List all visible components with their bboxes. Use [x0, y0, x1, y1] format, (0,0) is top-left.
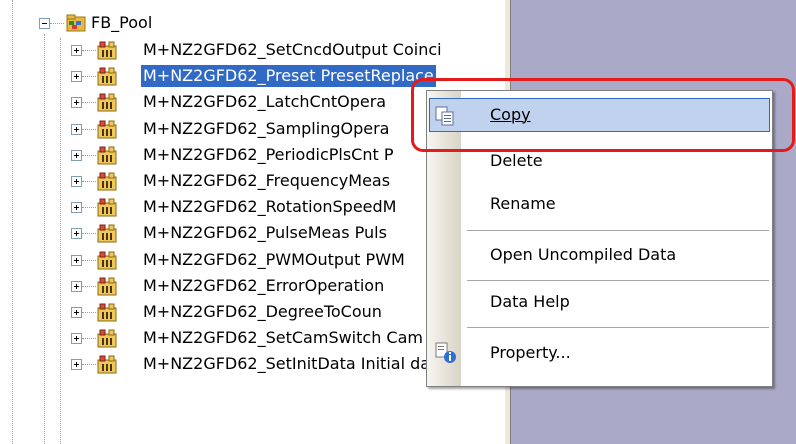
expand-toggle[interactable]: [71, 97, 82, 108]
context-menu: Copy Delete Rename Open Uncompiled Data …: [426, 90, 773, 387]
tree-item-label[interactable]: M+NZ2GFD62_DegreeToCoun: [141, 301, 384, 323]
tree-guide-line: [82, 155, 96, 156]
tree-guide-line: [82, 102, 96, 103]
expand-toggle[interactable]: [71, 45, 82, 56]
function-block-icon: [97, 354, 117, 374]
function-block-icon: [97, 171, 117, 191]
menu-item-label: Copy: [490, 105, 531, 124]
menu-item-delete[interactable]: Delete: [427, 142, 772, 180]
tree-item-label[interactable]: M+NZ2GFD62_PulseMeas Puls: [141, 222, 389, 244]
expand-toggle[interactable]: [71, 150, 82, 161]
function-block-icon: [97, 119, 117, 139]
expand-toggle[interactable]: [71, 71, 82, 82]
menu-separator: [467, 280, 769, 281]
tree-guide-line: [50, 23, 64, 24]
tree-item-label[interactable]: M+NZ2GFD62_RotationSpeedM: [141, 196, 398, 218]
expand-toggle[interactable]: [71, 359, 82, 370]
menu-item-open-uncompiled-data[interactable]: Open Uncompiled Data: [427, 236, 772, 274]
expand-toggle[interactable]: [71, 176, 82, 187]
menu-separator: [467, 230, 769, 231]
tree-item-label[interactable]: M+NZ2GFD62_PeriodicPlsCnt P: [141, 144, 395, 166]
function-block-icon: [97, 223, 117, 243]
fb-pool-folder-icon: [66, 13, 86, 33]
tree-guide-line: [60, 38, 61, 444]
tree-guide-line: [82, 364, 96, 365]
function-block-icon: [97, 92, 117, 112]
tree-item-label[interactable]: M+NZ2GFD62_SetCncdOutput Coinci: [141, 39, 444, 61]
expand-toggle[interactable]: [71, 333, 82, 344]
function-block-icon: [97, 328, 117, 348]
expand-toggle[interactable]: [71, 228, 82, 239]
menu-separator: [467, 327, 769, 328]
menu-item-property[interactable]: Property...: [427, 334, 772, 372]
copy-icon: [435, 106, 455, 126]
menu-item-data-help[interactable]: Data Help: [427, 283, 772, 321]
function-block-icon: [97, 276, 117, 296]
tree-item-label[interactable]: M+NZ2GFD62_SetInitData Initial data: [141, 353, 448, 375]
tree-item-label[interactable]: M+NZ2GFD62_SamplingOpera: [141, 118, 391, 140]
function-block-icon: [97, 66, 117, 86]
tree-item-label[interactable]: M+NZ2GFD62_SetCamSwitch Cam sw: [141, 327, 452, 349]
expand-toggle[interactable]: [71, 124, 82, 135]
expand-toggle[interactable]: [71, 281, 82, 292]
expand-toggle[interactable]: [71, 307, 82, 318]
expand-toggle[interactable]: [71, 255, 82, 266]
tree-root-label[interactable]: FB_Pool: [89, 12, 154, 34]
function-block-icon: [97, 40, 117, 60]
tree-guide-line: [82, 76, 96, 77]
tree-item-label[interactable]: M+NZ2GFD62_Preset PresetReplace: [140, 64, 437, 88]
function-block-icon: [97, 250, 117, 270]
tree-guide-line: [82, 50, 96, 51]
menu-item-label: Property...: [490, 343, 571, 362]
tree-guide-line: [82, 286, 96, 287]
menu-item-copy[interactable]: Copy: [427, 96, 772, 134]
tree-guide-line: [82, 260, 96, 261]
tree-guide-line: [12, 0, 13, 444]
menu-item-label: Data Help: [490, 292, 570, 311]
menu-item-label: Delete: [490, 151, 543, 170]
expand-toggle[interactable]: [71, 202, 82, 213]
tree-guide-line: [82, 129, 96, 130]
function-block-icon: [97, 197, 117, 217]
collapse-toggle[interactable]: [39, 18, 50, 29]
menu-item-rename[interactable]: Rename: [427, 185, 772, 223]
tree-item-label[interactable]: M+NZ2GFD62_FrequencyMeas: [141, 170, 392, 192]
menu-item-label: Rename: [490, 194, 556, 213]
tree-guide-line: [82, 181, 96, 182]
tree-item-label[interactable]: M+NZ2GFD62_LatchCntOpera: [141, 91, 388, 113]
function-block-icon: [97, 302, 117, 322]
tree-guide-line: [44, 34, 45, 444]
property-icon: [435, 342, 456, 363]
menu-item-label: Open Uncompiled Data: [490, 245, 677, 264]
tree-guide-line: [82, 207, 96, 208]
tree-item-label[interactable]: M+NZ2GFD62_ErrorOperation: [141, 275, 386, 297]
tree-item-label[interactable]: M+NZ2GFD62_PWMOutput PWM: [141, 249, 407, 271]
tree-guide-line: [82, 233, 96, 234]
function-block-icon: [97, 145, 117, 165]
tree-guide-line: [82, 338, 96, 339]
tree-guide-line: [82, 312, 96, 313]
